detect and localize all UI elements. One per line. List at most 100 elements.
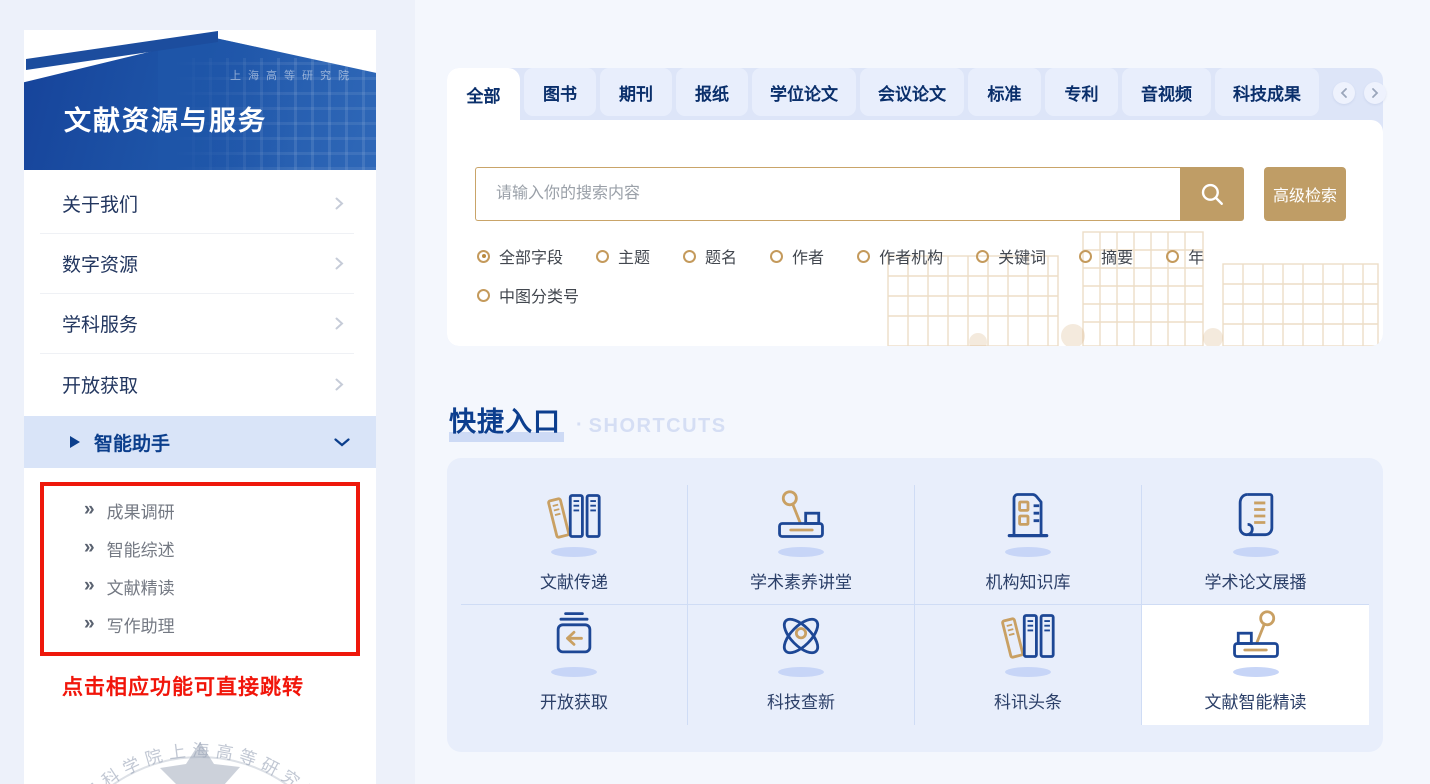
search-input-wrap bbox=[475, 167, 1180, 221]
icon-shadow bbox=[551, 667, 597, 677]
resource-type-tabs: 全部 图书 期刊 报纸 学位论文 会议论文 标准 专利 音视频 科技成果 bbox=[447, 68, 1386, 120]
chevron-right-icon bbox=[335, 317, 344, 330]
resource-type-tab[interactable]: 报纸 bbox=[676, 68, 748, 116]
search-field-radio[interactable]: 主题 bbox=[596, 244, 650, 268]
tab-label: 全部 bbox=[466, 86, 501, 106]
shortcut-label: 开放获取 bbox=[540, 693, 608, 712]
radio-icon bbox=[770, 249, 784, 263]
tab-label: 音视频 bbox=[1141, 84, 1192, 104]
submenu-item-label: 写作助理 bbox=[106, 616, 175, 636]
lectern-icon bbox=[773, 488, 829, 544]
radio-icon bbox=[683, 249, 697, 263]
search-field-radio[interactable]: 作者机构 bbox=[857, 244, 943, 268]
radio-label: 关键词 bbox=[998, 250, 1047, 267]
shortcuts-grid: 文献传递 学术素养讲堂 机构知识库 学术论文展播 开放获取 科技查新 科讯头条 … bbox=[447, 458, 1383, 752]
search-panel: 高级检索 全部字段 主题 题名 作者 bbox=[447, 120, 1383, 346]
search-input[interactable] bbox=[476, 168, 1180, 220]
atom-icon bbox=[773, 608, 829, 664]
shortcut-cell[interactable]: 开放获取 bbox=[461, 605, 688, 725]
sidebar: 上海高等研究院 文献资源与服务 关于我们 数字资源 学科服务 开放获取 智能助手… bbox=[24, 30, 376, 784]
search-field-radio[interactable]: 中图分类号 bbox=[477, 283, 579, 307]
resource-type-tab[interactable]: 会议论文 bbox=[860, 68, 964, 116]
icon-shadow bbox=[1232, 547, 1279, 557]
sidebar-menu-item[interactable]: 学科服务 bbox=[40, 294, 354, 354]
sidebar-menu-item[interactable]: 关于我们 bbox=[40, 174, 354, 234]
radio-icon bbox=[1166, 249, 1180, 263]
icon-shadow bbox=[1232, 667, 1279, 677]
shortcut-label: 机构知识库 bbox=[985, 573, 1071, 592]
radio-icon bbox=[857, 249, 871, 263]
shortcut-label: 文献传递 bbox=[540, 573, 608, 592]
section-subtitle: SHORTCUTS bbox=[588, 415, 727, 437]
resource-type-tab[interactable]: 学位论文 bbox=[752, 68, 856, 116]
submenu-item[interactable]: » 写作助理 bbox=[44, 605, 356, 643]
icon-shadow bbox=[778, 667, 824, 677]
resource-type-tab[interactable]: 全部 bbox=[447, 68, 520, 120]
resource-type-tab[interactable]: 期刊 bbox=[600, 68, 672, 116]
radio-label: 年 bbox=[1188, 250, 1205, 267]
tab-label: 会议论文 bbox=[878, 84, 946, 104]
tab-label: 标准 bbox=[987, 84, 1022, 104]
double-arrow-icon: » bbox=[84, 575, 95, 596]
chevron-right-icon bbox=[335, 257, 344, 270]
submenu-item[interactable]: » 成果调研 bbox=[44, 491, 356, 529]
search-field-radio[interactable]: 全部字段 bbox=[477, 244, 563, 268]
paper-icon bbox=[1228, 488, 1284, 544]
radio-icon bbox=[477, 288, 490, 302]
tab-pager bbox=[1333, 82, 1386, 104]
menu-item-label: 学科服务 bbox=[62, 315, 139, 336]
resource-type-tab[interactable]: 图书 bbox=[524, 68, 596, 116]
search-field-radio[interactable]: 关键词 bbox=[976, 244, 1046, 268]
shortcut-label: 学术素养讲堂 bbox=[750, 573, 852, 592]
sidebar-menu-item[interactable]: 开放获取 bbox=[40, 354, 354, 414]
advanced-search-button[interactable]: 高级检索 bbox=[1264, 167, 1346, 221]
search-field-radio[interactable]: 作者 bbox=[770, 244, 824, 268]
sidebar-title: 文献资源与服务 bbox=[64, 106, 267, 136]
submenu-item[interactable]: » 智能综述 bbox=[44, 529, 356, 567]
tab-scroll-left-button[interactable] bbox=[1333, 82, 1355, 104]
shortcut-cell[interactable]: 科技查新 bbox=[688, 605, 915, 725]
menu-item-label: 数字资源 bbox=[62, 255, 139, 276]
icon-shadow bbox=[778, 547, 824, 557]
icon-shadow bbox=[1005, 667, 1051, 677]
sidebar-item-smart-assistant[interactable]: 智能助手 bbox=[24, 416, 376, 468]
radio-label: 中图分类号 bbox=[499, 289, 580, 306]
resource-type-tab[interactable]: 科技成果 bbox=[1215, 68, 1319, 116]
shortcut-label: 文献智能精读 bbox=[1204, 693, 1307, 712]
shortcut-cell[interactable]: 学术素养讲堂 bbox=[688, 485, 915, 605]
chevron-down-icon bbox=[334, 437, 350, 446]
sidebar-menu-item[interactable]: 数字资源 bbox=[40, 234, 354, 294]
svg-text:中国科学院上海高等研究院: 中国科学院上海高等研究院 bbox=[64, 741, 326, 784]
search-card: 全部 图书 期刊 报纸 学位论文 会议论文 标准 专利 音视频 科技成果 请输入… bbox=[447, 68, 1386, 346]
chevron-right-icon bbox=[335, 378, 344, 390]
shortcut-cell[interactable]: 文献智能精读 bbox=[1142, 605, 1369, 725]
books-icon bbox=[546, 488, 602, 544]
tab-label: 专利 bbox=[1064, 84, 1099, 104]
radio-label: 摘要 bbox=[1101, 250, 1134, 267]
search-bar: 高级检索 bbox=[475, 167, 1346, 221]
tab-scroll-right-button[interactable] bbox=[1364, 82, 1386, 104]
search-field-radio[interactable]: 摘要 bbox=[1079, 244, 1133, 268]
resource-type-tab[interactable]: 音视频 bbox=[1122, 68, 1211, 116]
shortcut-cell[interactable]: 文献传递 bbox=[461, 485, 688, 605]
open-access-icon bbox=[546, 608, 602, 664]
icon-shadow bbox=[1005, 547, 1051, 557]
submenu-item[interactable]: » 文献精读 bbox=[44, 567, 356, 605]
tab-label: 图书 bbox=[543, 84, 577, 104]
shortcuts-header: 快捷入口 · SHORTCUTS bbox=[449, 400, 727, 442]
search-field-radio[interactable]: 年 bbox=[1166, 244, 1204, 268]
tab-label: 科技成果 bbox=[1233, 84, 1301, 104]
shortcut-cell[interactable]: 学术论文展播 bbox=[1142, 485, 1369, 605]
search-button[interactable] bbox=[1180, 167, 1244, 221]
search-field-radio[interactable]: 题名 bbox=[683, 244, 737, 268]
tab-label: 学位论文 bbox=[770, 84, 838, 104]
radio-icon bbox=[1079, 249, 1093, 263]
radio-label: 全部字段 bbox=[499, 250, 564, 267]
resource-type-tab[interactable]: 专利 bbox=[1045, 68, 1118, 116]
repository-icon bbox=[1000, 488, 1056, 544]
shortcut-cell[interactable]: 科讯头条 bbox=[915, 605, 1142, 725]
shortcut-cell[interactable]: 机构知识库 bbox=[915, 485, 1142, 605]
resource-type-tab[interactable]: 标准 bbox=[968, 68, 1041, 116]
red-annotation-text: 点击相应功能可直接跳转 bbox=[62, 676, 304, 699]
chevron-left-icon bbox=[1340, 88, 1347, 98]
